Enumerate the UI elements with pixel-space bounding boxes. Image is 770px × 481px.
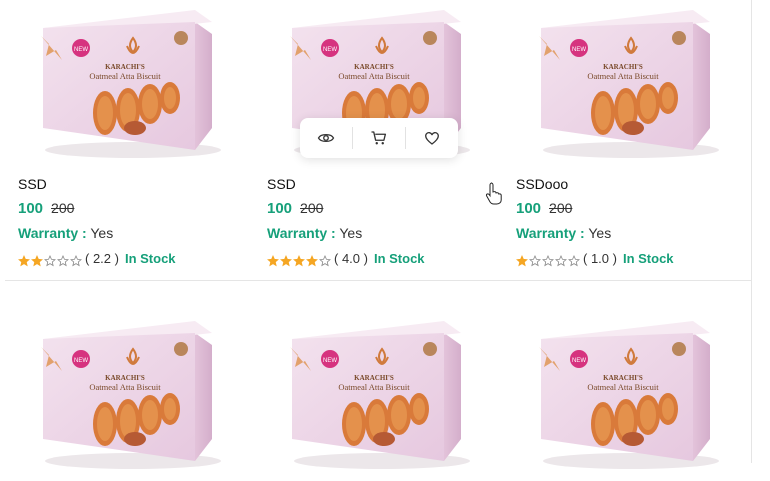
warranty: Warranty : Yes: [18, 225, 113, 241]
star-filled-icon: [267, 254, 279, 266]
warranty-label: Warranty :: [516, 225, 585, 241]
stock-status: In Stock: [622, 251, 674, 266]
original-price: 200: [51, 200, 75, 216]
product-image[interactable]: [5, 311, 254, 481]
warranty: Warranty : Yes: [516, 225, 611, 241]
product-name[interactable]: SSD: [267, 176, 296, 192]
star-empty-icon: [542, 254, 554, 266]
star-empty-icon: [70, 254, 82, 266]
star-filled-icon: [293, 254, 305, 266]
product-name[interactable]: SSDooo: [516, 176, 568, 192]
warranty-label: Warranty :: [267, 225, 336, 241]
rating-value: ( 1.0 ): [583, 251, 617, 266]
rating-value: ( 2.2 ): [85, 251, 119, 266]
star-filled-icon: [306, 254, 318, 266]
stock-status: In Stock: [373, 251, 425, 266]
product-name[interactable]: SSD: [18, 176, 47, 192]
hand-cursor-icon: [485, 182, 502, 205]
stock-status: In Stock: [124, 251, 176, 266]
rating-value: ( 4.0 ): [334, 251, 368, 266]
eye-icon: [317, 133, 335, 143]
product-card[interactable]: [503, 281, 751, 470]
product-price: 100 200: [18, 200, 74, 217]
product-image[interactable]: [503, 311, 752, 481]
star-filled-icon: [31, 254, 43, 266]
sale-price: 100: [18, 200, 44, 217]
product-price: 100 200: [267, 200, 323, 217]
star-empty-icon: [555, 254, 567, 266]
sale-price: 100: [516, 200, 542, 217]
product-card[interactable]: [254, 281, 503, 470]
original-price: 200: [549, 200, 573, 216]
rating: ( 1.0 ) In Stock: [516, 251, 674, 267]
star-empty-icon: [319, 254, 331, 266]
warranty-value: Yes: [90, 225, 114, 241]
product-card[interactable]: [5, 281, 254, 470]
warranty: Warranty : Yes: [267, 225, 362, 241]
cart-icon: [371, 131, 387, 145]
warranty-label: Warranty :: [18, 225, 87, 241]
add-to-cart-button[interactable]: [353, 118, 405, 158]
rating-stars: [18, 252, 83, 267]
quick-view-button[interactable]: [300, 118, 352, 158]
heart-icon: [424, 131, 440, 145]
star-filled-icon: [516, 254, 528, 266]
product-card[interactable]: SSD 100 200 Warranty : Yes ( 2.2 ) In Stoc…: [5, 0, 254, 280]
product-image[interactable]: [503, 0, 752, 170]
sale-price: 100: [267, 200, 293, 217]
star-empty-icon: [57, 254, 69, 266]
star-filled-icon: [18, 254, 30, 266]
rating-stars: [267, 252, 332, 267]
original-price: 200: [300, 200, 324, 216]
star-empty-icon: [568, 254, 580, 266]
star-empty-icon: [44, 254, 56, 266]
warranty-value: Yes: [339, 225, 363, 241]
wishlist-button[interactable]: [406, 118, 458, 158]
warranty-value: Yes: [588, 225, 612, 241]
rating-stars: [516, 252, 581, 267]
rating: ( 4.0 ) In Stock: [267, 251, 425, 267]
product-card[interactable]: SSDooo 100 200 Warranty : Yes ( 1.0 ) In S…: [503, 0, 751, 280]
product-image[interactable]: [5, 0, 254, 170]
product-image[interactable]: [254, 311, 503, 481]
star-empty-icon: [529, 254, 541, 266]
star-filled-icon: [280, 254, 292, 266]
product-price: 100 200: [516, 200, 572, 217]
quick-actions: [300, 118, 458, 158]
rating: ( 2.2 ) In Stock: [18, 251, 176, 267]
